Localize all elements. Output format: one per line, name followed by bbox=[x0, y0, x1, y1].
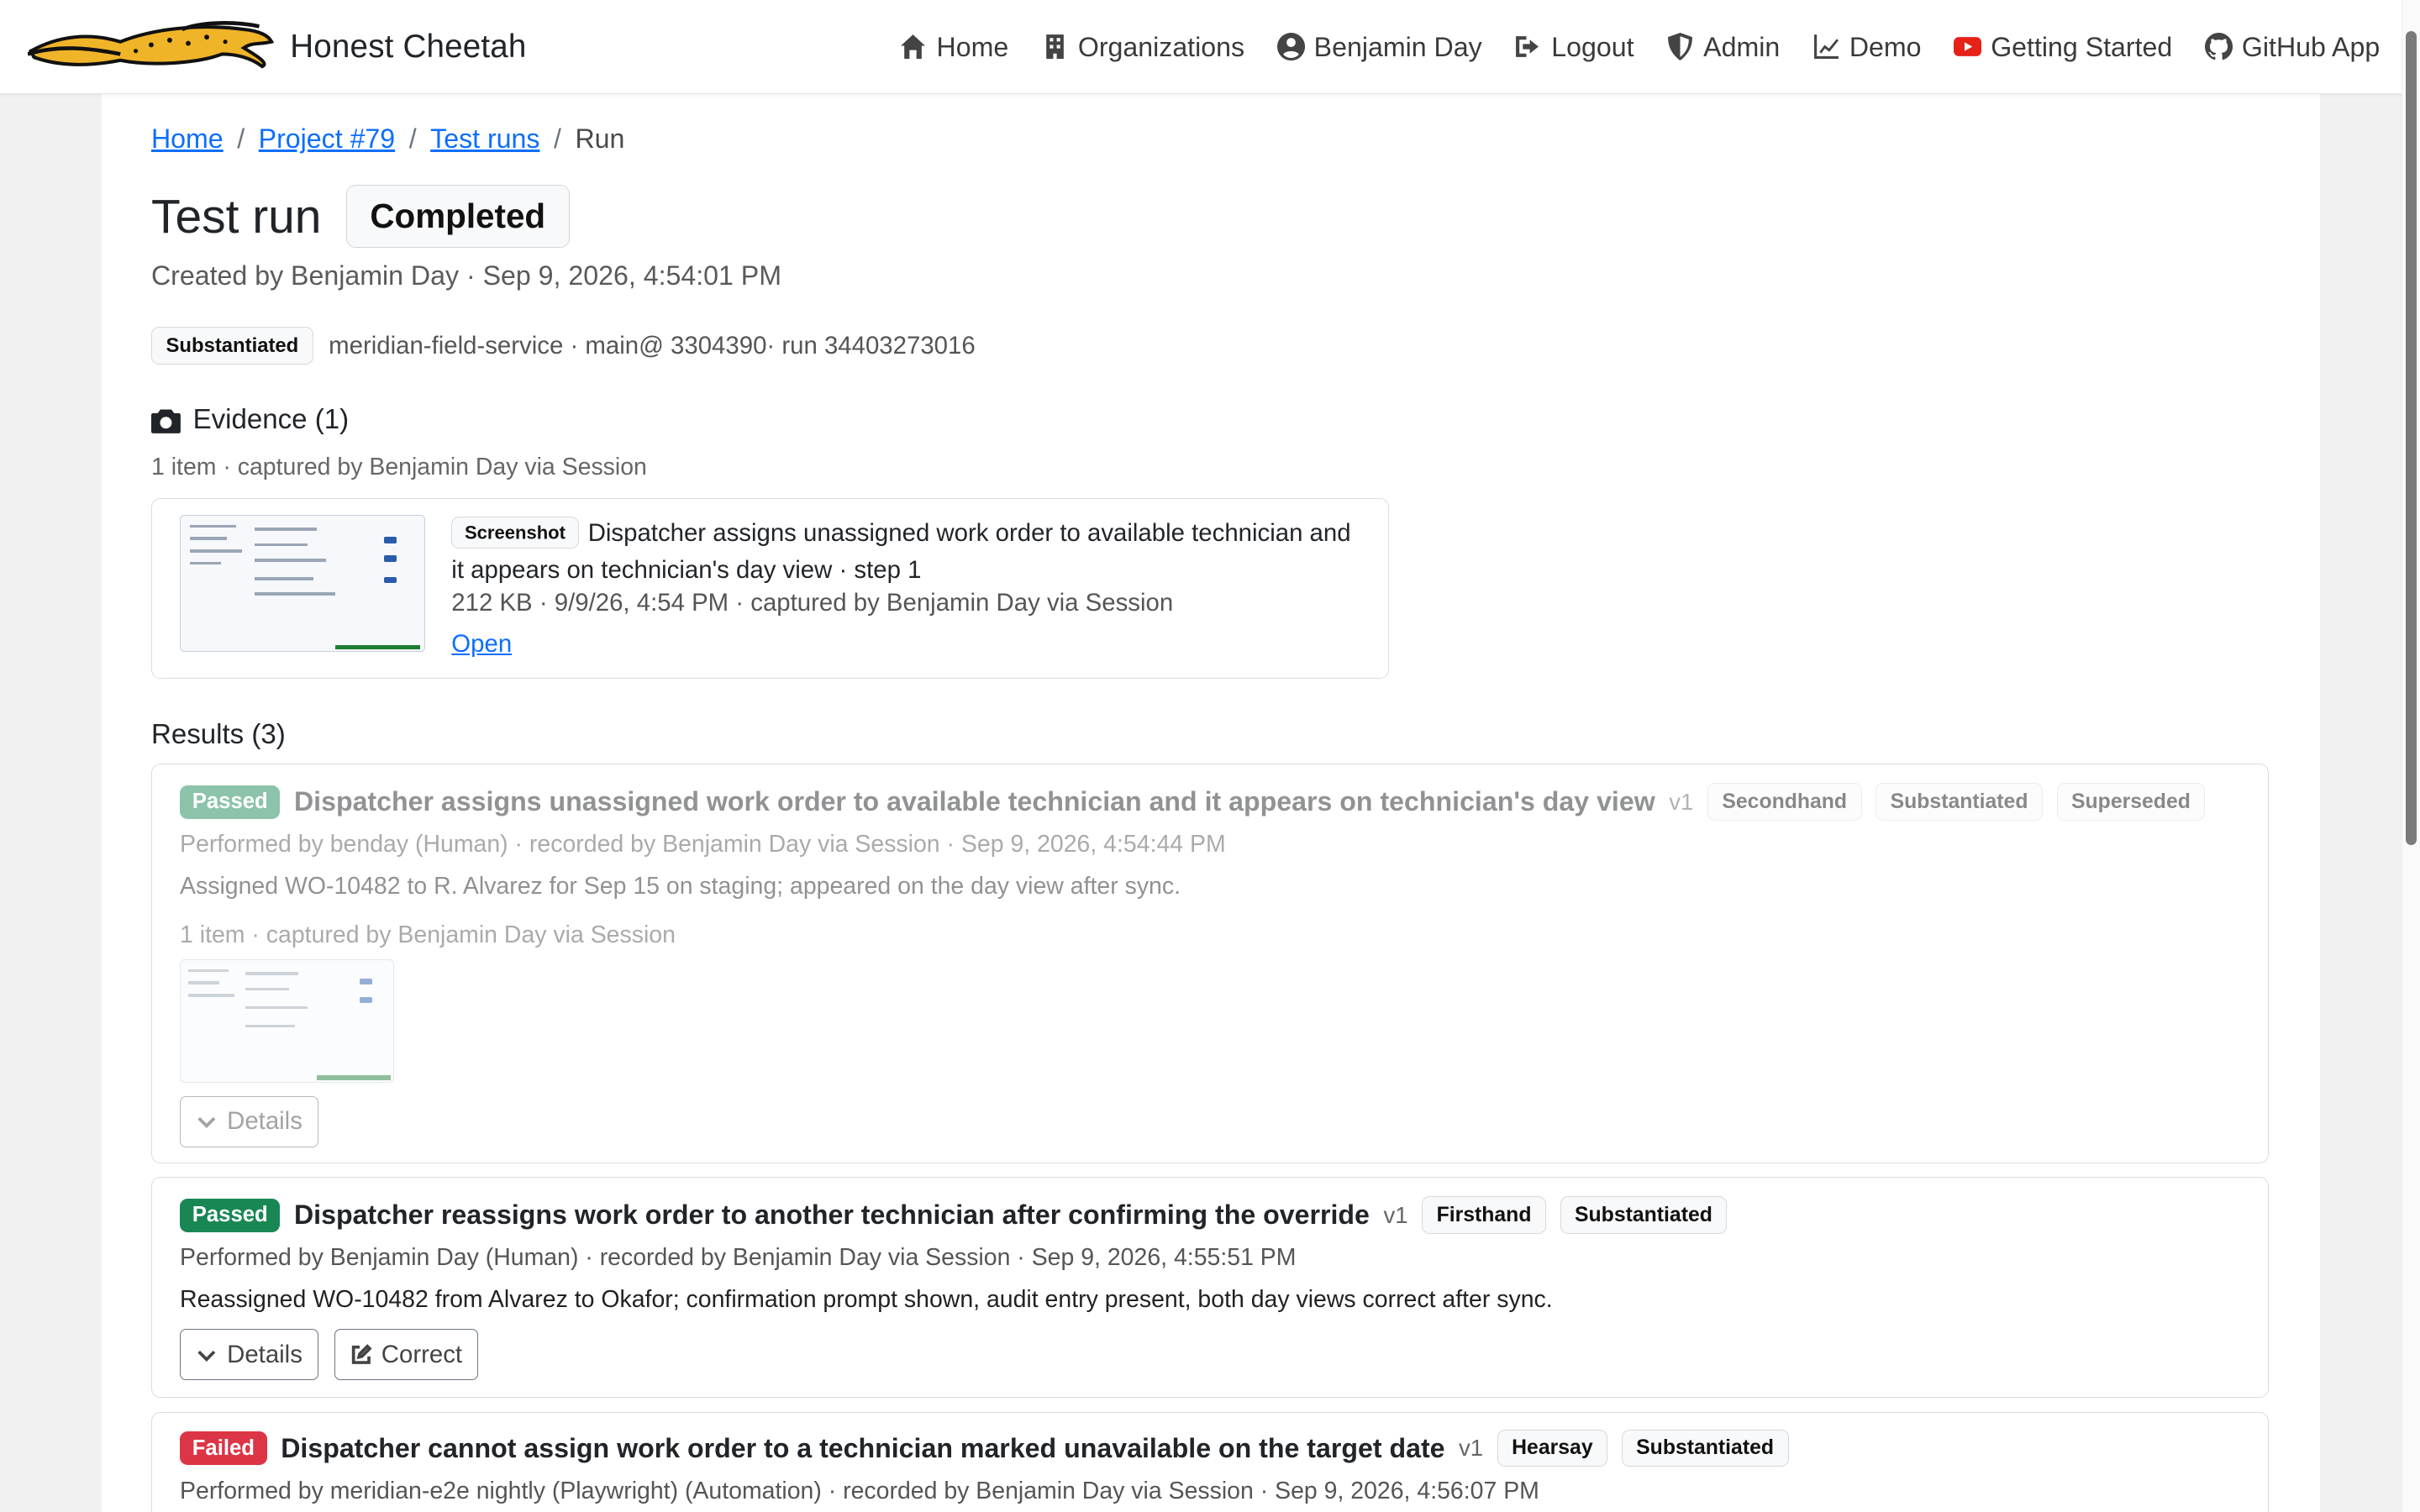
details-button[interactable]: Details bbox=[180, 1329, 319, 1380]
result-header: Passed Dispatcher assigns unassigned wor… bbox=[180, 783, 2206, 821]
nav-user-label: Benjamin Day bbox=[1313, 31, 1482, 62]
results-heading: Results (3) bbox=[150, 718, 286, 750]
youtube-icon bbox=[1954, 37, 1982, 57]
run-meta-text: meridian-field-service · main@ 3304390· … bbox=[329, 331, 976, 360]
breadcrumb-project[interactable]: Project #79 bbox=[259, 123, 396, 155]
result-performed: Performed by benday (Human) · recorded b… bbox=[180, 831, 1226, 858]
logout-icon bbox=[1516, 36, 1539, 58]
created-info: Created by Benjamin Day · Sep 9, 2026, 4… bbox=[150, 260, 781, 291]
result-tag: Firsthand bbox=[1422, 1196, 1546, 1235]
details-button-label: Details bbox=[227, 1340, 302, 1368]
title-row: Test run Completed bbox=[150, 185, 570, 249]
user-circle-icon bbox=[1276, 33, 1305, 61]
nav-user[interactable]: Benjamin Day bbox=[1276, 31, 1482, 63]
chart-line-icon bbox=[1813, 34, 1839, 60]
evidence-thumbnail[interactable] bbox=[180, 514, 426, 653]
nav-organizations[interactable]: Organizations bbox=[1041, 32, 1244, 63]
evidence-item-title: Screenshot Dispatcher assigns unassigned … bbox=[451, 515, 1362, 589]
chevron-down-icon bbox=[197, 1350, 216, 1362]
nav-github-app-label: GitHub App bbox=[2241, 31, 2381, 62]
breadcrumb-home[interactable]: Home bbox=[151, 123, 224, 155]
run-status-badge: Completed bbox=[345, 185, 570, 249]
main-nav: Home Organizations Benjamin Day Logout A… bbox=[899, 0, 2380, 94]
nav-admin[interactable]: Admin bbox=[1666, 32, 1780, 63]
breadcrumb-current: Run bbox=[575, 123, 625, 154]
camera-icon bbox=[150, 409, 181, 433]
breadcrumb: Home / Project #79 / Test runs / Run bbox=[151, 123, 624, 155]
screenshot-badge: Screenshot bbox=[451, 517, 579, 549]
result-title: Dispatcher cannot assign work order to a… bbox=[281, 1432, 1445, 1463]
page-scrollbar[interactable] bbox=[2401, 0, 2420, 1512]
result-card: Passed Dispatcher assigns unassigned wor… bbox=[150, 764, 2269, 1163]
building-icon bbox=[1045, 34, 1064, 60]
correct-button[interactable]: Correct bbox=[334, 1329, 479, 1380]
evidence-summary: 1 item · captured by Benjamin Day via Se… bbox=[150, 453, 647, 480]
result-card: Failed Dispatcher cannot assign work ord… bbox=[150, 1411, 2269, 1512]
substantiated-badge: Substantiated bbox=[150, 327, 313, 365]
evidence-open-link[interactable]: Open bbox=[451, 630, 512, 659]
evidence-heading: Evidence (1) bbox=[150, 404, 350, 436]
nav-demo-label: Demo bbox=[1849, 31, 1922, 62]
evidence-item-meta: 212 KB · 9/9/26, 4:54 PM · captured by B… bbox=[451, 588, 1174, 617]
nav-home-label: Home bbox=[936, 31, 1009, 62]
nav-logout[interactable]: Logout bbox=[1514, 32, 1634, 63]
shield-icon bbox=[1668, 33, 1693, 61]
nav-home[interactable]: Home bbox=[899, 32, 1008, 63]
breadcrumb-separator: / bbox=[408, 123, 417, 154]
result-status-badge: Failed bbox=[180, 1431, 267, 1466]
home-icon bbox=[901, 34, 926, 60]
result-tag: Secondhand bbox=[1707, 783, 1862, 821]
nav-logout-label: Logout bbox=[1551, 31, 1634, 62]
result-tag: Substantiated bbox=[1621, 1429, 1789, 1467]
result-evidence-summary: 1 item · captured by Benjamin Day via Se… bbox=[180, 921, 676, 949]
result-header: Failed Dispatcher cannot assign work ord… bbox=[180, 1429, 1789, 1467]
edit-icon bbox=[351, 1343, 372, 1364]
nav-demo[interactable]: Demo bbox=[1812, 32, 1922, 63]
brand[interactable]: Honest Cheetah bbox=[28, 20, 526, 72]
evidence-item-title-text: Dispatcher assigns unassigned work order… bbox=[451, 518, 1351, 584]
result-tag: Superseded bbox=[2056, 783, 2206, 821]
cheetah-logo-icon bbox=[28, 21, 275, 69]
result-note: Assigned WO-10482 to R. Alvarez for Sep … bbox=[180, 872, 1181, 900]
scrollbar-thumb[interactable] bbox=[2406, 30, 2417, 846]
nav-admin-label: Admin bbox=[1703, 31, 1781, 62]
top-navbar: Honest Cheetah Home Organizations Benjam… bbox=[0, 0, 2420, 95]
chevron-down-icon bbox=[197, 1117, 216, 1129]
result-evidence-thumbnail[interactable] bbox=[180, 958, 395, 1083]
result-status-badge: Passed bbox=[180, 785, 281, 819]
github-icon bbox=[2204, 33, 2233, 60]
result-version: v1 bbox=[1669, 788, 1694, 815]
result-tag: Substantiated bbox=[1876, 783, 2043, 821]
main-content: Home / Project #79 / Test runs / Run Tes… bbox=[102, 94, 2320, 1512]
result-note: Reassigned WO-10482 from Alvarez to Okaf… bbox=[180, 1285, 1553, 1313]
nav-organizations-label: Organizations bbox=[1077, 31, 1245, 62]
result-version: v1 bbox=[1459, 1435, 1484, 1462]
nav-github-app[interactable]: GitHub App bbox=[2204, 31, 2381, 63]
correct-button-label: Correct bbox=[381, 1340, 463, 1368]
result-title: Dispatcher assigns unassigned work order… bbox=[293, 786, 1655, 817]
nav-getting-started[interactable]: Getting Started bbox=[1954, 32, 2172, 63]
details-button[interactable]: Details bbox=[180, 1096, 319, 1147]
breadcrumb-separator: / bbox=[237, 123, 245, 154]
result-performed: Performed by Benjamin Day (Human) · reco… bbox=[180, 1244, 1297, 1272]
result-tag: Hearsay bbox=[1497, 1429, 1608, 1467]
breadcrumb-test-runs[interactable]: Test runs bbox=[430, 123, 539, 155]
evidence-heading-label: Evidence (1) bbox=[192, 404, 350, 436]
result-title: Dispatcher reassigns work order to anoth… bbox=[293, 1200, 1370, 1231]
page-title: Test run bbox=[150, 189, 322, 244]
nav-getting-started-label: Getting Started bbox=[1991, 31, 2173, 62]
details-button-label: Details bbox=[227, 1107, 302, 1136]
brand-name: Honest Cheetah bbox=[290, 28, 527, 65]
result-header: Passed Dispatcher reassigns work order t… bbox=[180, 1196, 1728, 1235]
run-meta-row: Substantiated meridian-field-service · m… bbox=[150, 327, 976, 365]
result-status-badge: Passed bbox=[180, 1198, 281, 1232]
result-card: Passed Dispatcher reassigns work order t… bbox=[150, 1177, 2269, 1399]
result-performed: Performed by meridian-e2e nightly (Playw… bbox=[180, 1477, 1539, 1504]
breadcrumb-separator: / bbox=[554, 123, 561, 154]
result-tag: Substantiated bbox=[1560, 1196, 1728, 1235]
evidence-card: Screenshot Dispatcher assigns unassigned … bbox=[150, 498, 1390, 680]
result-version: v1 bbox=[1383, 1201, 1408, 1228]
